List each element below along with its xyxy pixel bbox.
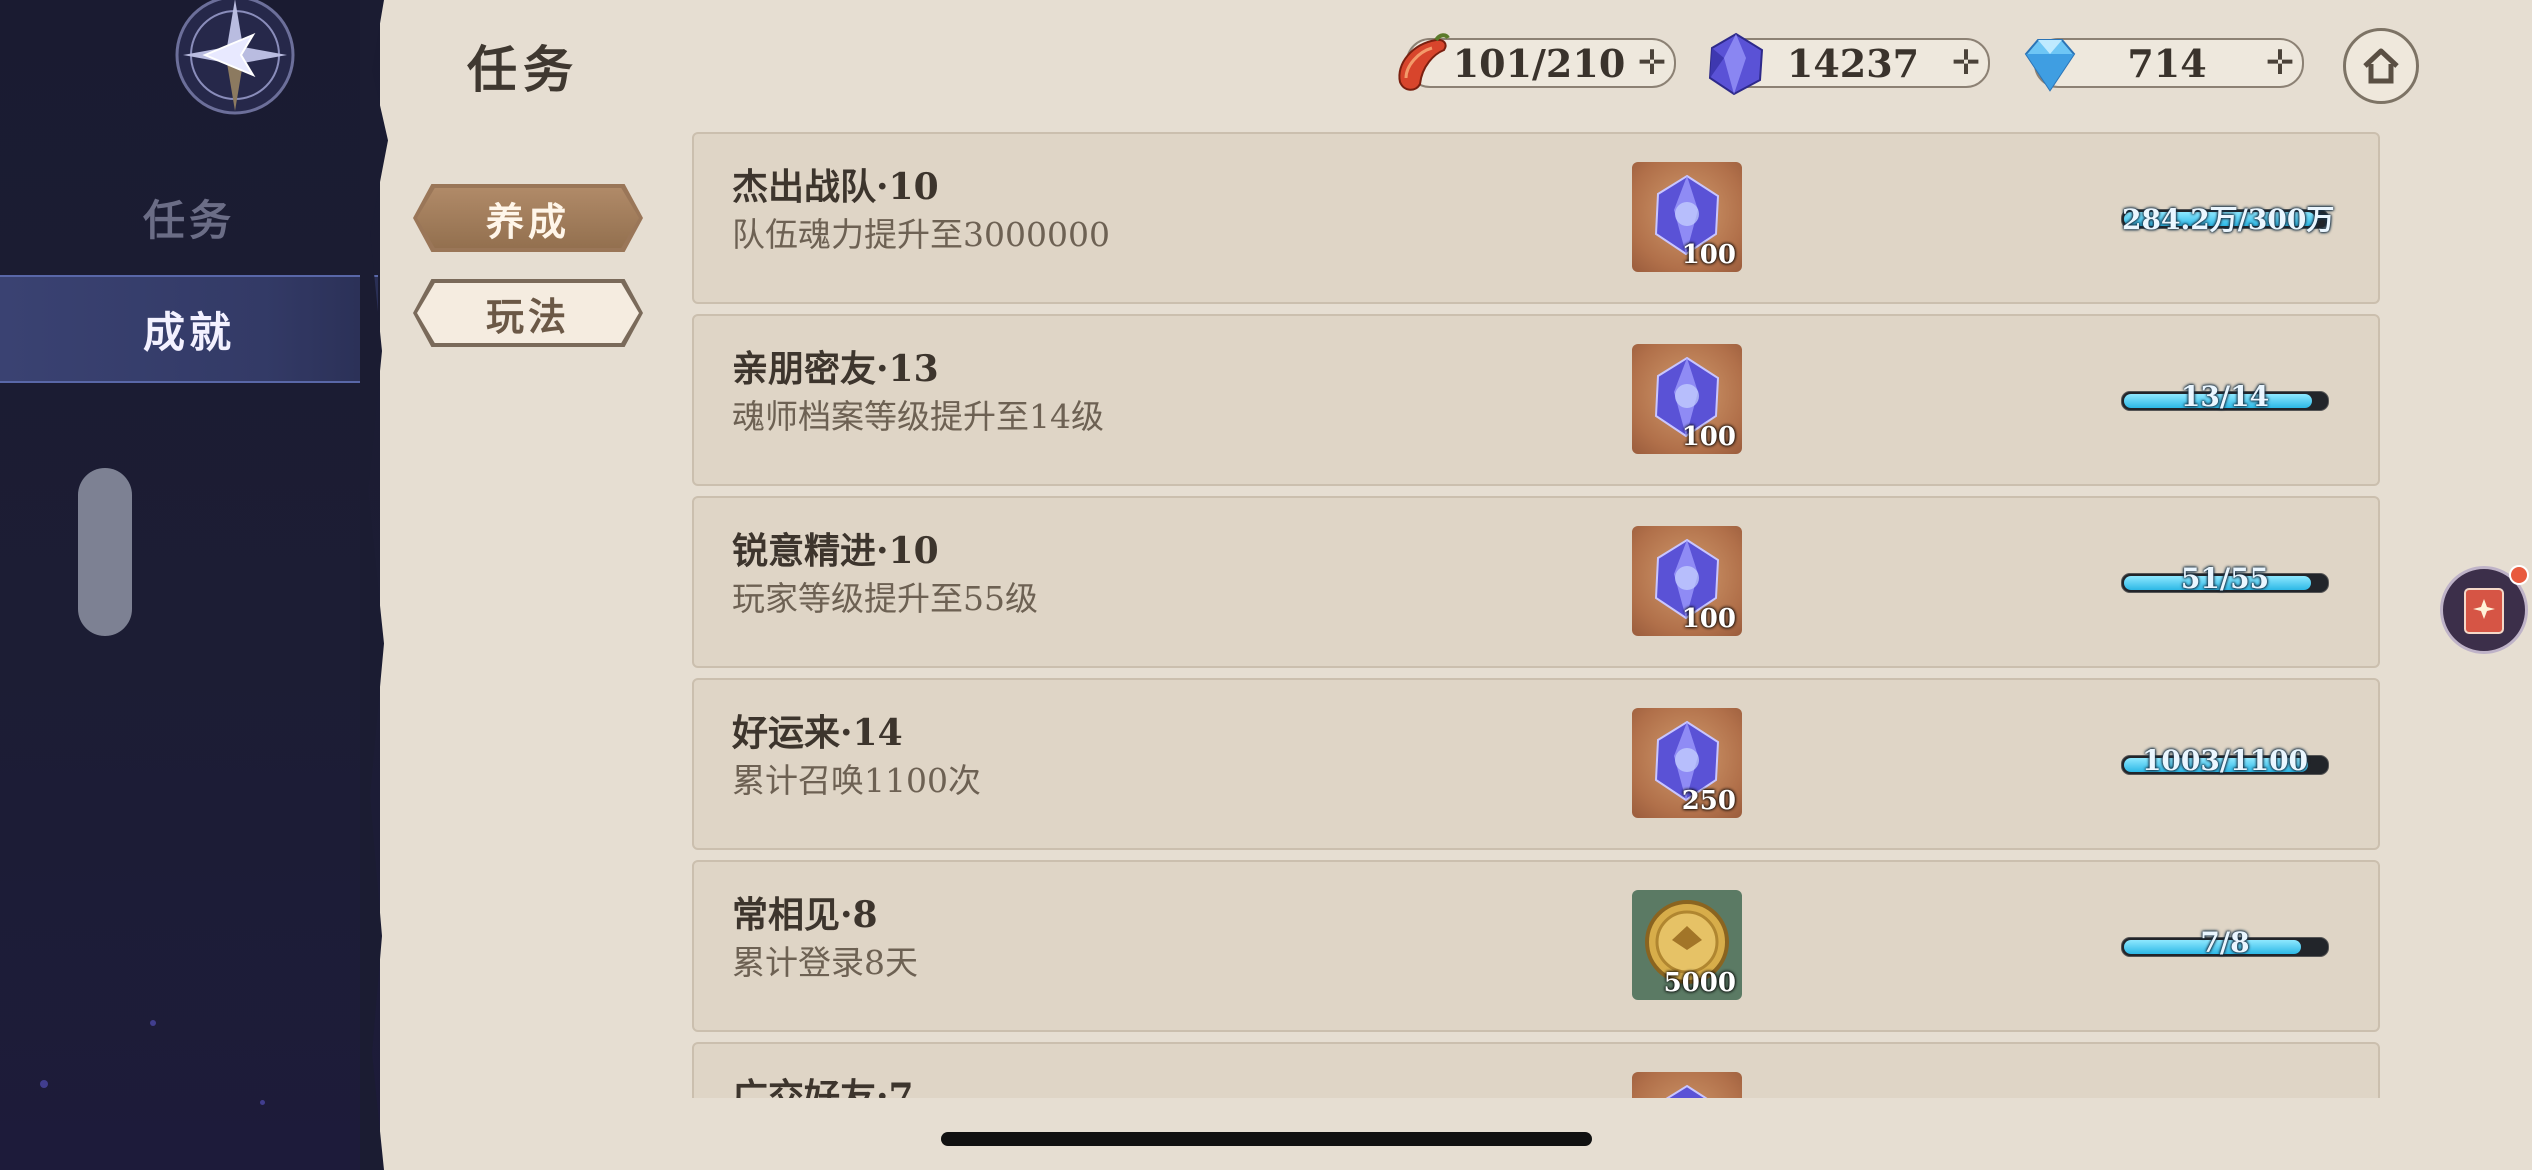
compass-logo-icon — [175, 0, 295, 115]
task-item[interactable]: 亲朋密友·13 魂师档案等级提升至14级 100 13/14 — [692, 314, 2380, 486]
task-description: 玩家等级提升至55级 — [732, 579, 1038, 618]
task-item[interactable]: 杰出战队·10 队伍魂力提升至3000000 100 284.2万/300万 — [692, 132, 2380, 304]
task-title: 锐意精进·10 — [732, 530, 939, 572]
add-diamond-icon[interactable]: ✛ — [2258, 43, 2302, 83]
task-item[interactable]: 锐意精进·10 玩家等级提升至55级 100 51/55 — [692, 496, 2380, 668]
task-item[interactable]: 常相见·8 累计登录8天 5000 7/8 — [692, 860, 2380, 1032]
category-tab-gameplay[interactable]: 玩法 — [413, 279, 643, 347]
reward-crystal[interactable]: 250 — [1632, 708, 1742, 818]
purple-crystal-icon — [1708, 32, 1764, 96]
add-stamina-icon[interactable]: ✛ — [1630, 43, 1674, 83]
sidebar-item-label: 成就 — [142, 307, 235, 357]
task-description: 魂师档案等级提升至14级 — [732, 397, 1104, 436]
sidebar: 任务 成就 — [0, 0, 380, 1170]
sidebar-item-achievements[interactable]: 成就 — [0, 275, 378, 383]
category-label: 玩法 — [485, 293, 570, 339]
progress-text: 284.2万/300万 — [2122, 203, 2335, 236]
reward-quantity: 100 — [1681, 240, 1736, 270]
notification-dot — [2509, 565, 2529, 585]
progress-bar: 1003/1100 — [2121, 744, 2329, 777]
task-description: 队伍魂力提升至3000000 — [732, 215, 1110, 254]
home-icon — [2363, 48, 2399, 84]
resource-diamond[interactable]: 714 ✛ — [2024, 38, 2304, 92]
resource-soul-crystal[interactable]: 14237 ✛ — [1708, 32, 1990, 96]
sidebar-torn-edge — [360, 0, 388, 1170]
task-description: 累计召唤1100次 — [732, 761, 981, 800]
chili-pepper-icon — [1398, 33, 1450, 91]
reward-crystal[interactable]: 100 — [1632, 344, 1742, 454]
add-soul-crystal-icon[interactable]: ✛ — [1944, 43, 1988, 83]
sidebar-item-tasks[interactable]: 任务 — [0, 165, 378, 269]
resource-stamina[interactable]: 101/210 ✛ — [1398, 33, 1676, 91]
reward-quantity: 250 — [1681, 786, 1736, 816]
category-tab-cultivation[interactable]: 养成 — [413, 184, 643, 252]
home-button[interactable] — [2343, 28, 2419, 104]
progress-bar: 51/55 — [2121, 562, 2329, 595]
progress-text: 51/55 — [2180, 562, 2270, 595]
reward-crystal[interactable] — [1632, 1072, 1742, 1098]
progress-bar: 284.2万/300万 — [2121, 203, 2334, 236]
task-item[interactable]: 好运来·14 累计召唤1100次 250 1003/1100 — [692, 678, 2380, 850]
reward-quantity: 5000 — [1663, 968, 1736, 998]
reward-quantity: 100 — [1681, 422, 1736, 452]
side-event-button[interactable] — [2440, 565, 2529, 654]
reward-crystal[interactable]: 100 — [1632, 162, 1742, 272]
scrollbar-handle[interactable] — [78, 468, 132, 636]
task-title: 常相见·8 — [732, 894, 878, 936]
task-title: 好运来·14 — [732, 712, 903, 754]
category-label: 养成 — [485, 198, 570, 244]
progress-text: 1003/1100 — [2141, 744, 2309, 777]
diamond-icon — [2024, 39, 2076, 92]
reward-gold-coin[interactable]: 5000 — [1632, 890, 1742, 1000]
task-item[interactable]: 广交好友·7 — [692, 1042, 2380, 1098]
task-description: 累计登录8天 — [732, 943, 918, 982]
sidebar-item-label: 任务 — [142, 195, 235, 245]
task-title: 亲朋密友·13 — [732, 348, 939, 390]
progress-bar: 13/14 — [2121, 380, 2329, 413]
purple-crystal-icon — [1665, 1084, 1708, 1098]
progress-text: 13/14 — [2180, 380, 2270, 413]
home-indicator[interactable] — [941, 1132, 1592, 1146]
task-title: 广交好友·7 — [732, 1076, 914, 1098]
reward-crystal[interactable]: 100 — [1632, 526, 1742, 636]
task-title: 杰出战队·10 — [732, 166, 939, 208]
task-list[interactable]: 杰出战队·10 队伍魂力提升至3000000 100 284.2万/300万 亲… — [692, 130, 2380, 1098]
progress-bar: 7/8 — [2121, 926, 2329, 959]
page-title: 任务 — [467, 40, 579, 99]
progress-text: 7/8 — [2200, 926, 2250, 959]
reward-quantity: 100 — [1681, 604, 1736, 634]
